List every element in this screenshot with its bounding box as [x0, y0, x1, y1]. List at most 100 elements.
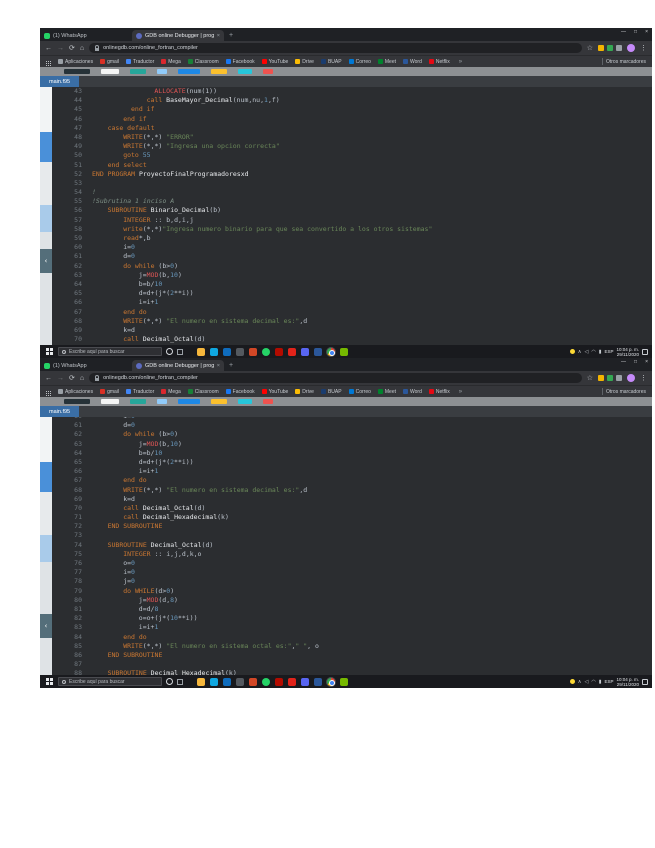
- apps-grid-icon[interactable]: [46, 61, 47, 62]
- file-explorer-icon[interactable]: [197, 348, 205, 356]
- word-icon[interactable]: [314, 348, 322, 356]
- tray-icon[interactable]: ◠: [591, 349, 595, 355]
- tab-whatsapp[interactable]: (1) WhatsApp: [40, 360, 132, 371]
- toolbar-chip[interactable]: [64, 69, 90, 74]
- home-icon[interactable]: ⌂: [80, 375, 84, 382]
- extension-1-icon[interactable]: [598, 375, 604, 381]
- bookmark-item[interactable]: Aplicaciones: [58, 389, 93, 395]
- toolbar-chip[interactable]: [238, 69, 252, 74]
- taskbar-search-input[interactable]: Escribe aquí para buscar: [58, 677, 162, 686]
- file-tab-main-f95[interactable]: main.f95: [40, 406, 79, 417]
- whatsapp-icon[interactable]: [262, 678, 270, 686]
- mail-icon[interactable]: [223, 348, 231, 356]
- word-icon[interactable]: [314, 678, 322, 686]
- bookmark-star-icon[interactable]: ☆: [587, 375, 593, 382]
- tray-icon[interactable]: ◁: [584, 679, 588, 685]
- tray-icon[interactable]: ∧: [578, 679, 582, 685]
- back-icon[interactable]: ←: [45, 375, 52, 382]
- tab-whatsapp[interactable]: (1) WhatsApp: [40, 30, 132, 41]
- photos-icon[interactable]: [236, 678, 244, 686]
- bookmark-item[interactable]: Meet: [378, 59, 396, 65]
- start-button[interactable]: [44, 345, 54, 358]
- bookmark-item[interactable]: gmail: [100, 59, 119, 65]
- bookmark-item[interactable]: Drive: [295, 59, 314, 65]
- notification-center-icon[interactable]: [642, 349, 648, 355]
- forward-icon[interactable]: →: [57, 45, 64, 52]
- chrome-icon[interactable]: [327, 678, 335, 686]
- collapse-panel-button[interactable]: ‹: [40, 614, 52, 638]
- bookmark-item[interactable]: Word: [403, 389, 422, 395]
- discord-icon[interactable]: [301, 678, 309, 686]
- tab-close-icon[interactable]: ×: [217, 33, 220, 39]
- bookmark-item[interactable]: Mega: [161, 389, 181, 395]
- mail-icon[interactable]: [223, 678, 231, 686]
- file-explorer-icon[interactable]: [197, 678, 205, 686]
- toolbar-chip[interactable]: [178, 69, 200, 74]
- bookmark-item[interactable]: BUAP: [321, 59, 342, 65]
- task-view-icon[interactable]: [177, 679, 183, 685]
- extension-3-icon[interactable]: [616, 375, 622, 381]
- bookmark-item[interactable]: Traductor: [126, 59, 154, 65]
- store-icon[interactable]: [210, 678, 218, 686]
- bookmark-item[interactable]: Facebook: [226, 389, 255, 395]
- toolbar-chip[interactable]: [211, 399, 227, 404]
- kebab-menu-icon[interactable]: ⋮: [640, 45, 647, 52]
- toolbar-chip[interactable]: [263, 69, 273, 74]
- toolbar-chip[interactable]: [157, 69, 167, 74]
- tray-icon[interactable]: ▮: [599, 679, 602, 685]
- taskbar-clock[interactable]: 10:04 p. m. 29/11/2020: [616, 677, 639, 687]
- reload-icon[interactable]: ⟳: [69, 45, 75, 52]
- cortana-icon[interactable]: [166, 348, 173, 355]
- bookmark-item[interactable]: Drive: [295, 389, 314, 395]
- cortana-icon[interactable]: [166, 678, 173, 685]
- language-indicator[interactable]: ESP: [604, 679, 613, 684]
- bookmark-item[interactable]: Facebook: [226, 59, 255, 65]
- taskbar-clock[interactable]: 10:04 p. m. 29/11/2020: [616, 347, 639, 357]
- bookmark-item[interactable]: Correo: [349, 59, 371, 65]
- nvidia-icon[interactable]: [340, 348, 348, 356]
- code-editor[interactable]: ‹ 60i=061d=062do while (b>0)63j=MOD(b,10…: [40, 417, 652, 675]
- file-tab-main-f95[interactable]: main.f95: [40, 76, 79, 87]
- acrobat-icon[interactable]: [275, 678, 283, 686]
- whatsapp-icon[interactable]: [262, 348, 270, 356]
- back-icon[interactable]: ←: [45, 45, 52, 52]
- tab-close-icon[interactable]: ×: [217, 363, 220, 369]
- photos-icon[interactable]: [236, 348, 244, 356]
- maximize-button[interactable]: □: [634, 29, 637, 35]
- extension-3-icon[interactable]: [616, 45, 622, 51]
- code-editor[interactable]: ‹ 43ALLOCATE(num(1))44call BaseMayor_Dec…: [40, 87, 652, 345]
- discord-icon[interactable]: [301, 348, 309, 356]
- taskbar-search-input[interactable]: Escribe aquí para buscar: [58, 347, 162, 356]
- profile-avatar[interactable]: [627, 374, 635, 382]
- extension-2-icon[interactable]: [607, 375, 613, 381]
- start-button[interactable]: [44, 675, 54, 688]
- extension-2-icon[interactable]: [607, 45, 613, 51]
- tray-icon[interactable]: ▮: [599, 349, 602, 355]
- toolbar-chip[interactable]: [64, 399, 90, 404]
- toolbar-chip[interactable]: [178, 399, 200, 404]
- language-indicator[interactable]: ESP: [604, 349, 613, 354]
- bookmark-item[interactable]: Classroom: [188, 59, 219, 65]
- collapse-panel-button[interactable]: ‹: [40, 249, 52, 273]
- bookmark-item[interactable]: gmail: [100, 389, 119, 395]
- bookmark-item[interactable]: BUAP: [321, 389, 342, 395]
- bookmark-star-icon[interactable]: ☆: [587, 45, 593, 52]
- toolbar-chip[interactable]: [157, 399, 167, 404]
- bookmark-item[interactable]: Traductor: [126, 389, 154, 395]
- maximize-button[interactable]: □: [634, 359, 637, 365]
- weather-icon[interactable]: [570, 349, 575, 354]
- chrome-icon[interactable]: [327, 348, 335, 356]
- acrobat-icon[interactable]: [275, 348, 283, 356]
- other-bookmarks[interactable]: Otros marcadores: [602, 58, 646, 65]
- nvidia-icon[interactable]: [340, 678, 348, 686]
- notification-center-icon[interactable]: [642, 679, 648, 685]
- toolbar-chip[interactable]: [130, 399, 146, 404]
- powerpoint-icon[interactable]: [249, 678, 257, 686]
- close-button[interactable]: ×: [645, 359, 648, 365]
- forward-icon[interactable]: →: [57, 375, 64, 382]
- profile-avatar[interactable]: [627, 44, 635, 52]
- powerpoint-icon[interactable]: [249, 348, 257, 356]
- toolbar-chip[interactable]: [101, 399, 119, 404]
- bookmarks-overflow-icon[interactable]: »: [459, 59, 462, 65]
- toolbar-chip[interactable]: [211, 69, 227, 74]
